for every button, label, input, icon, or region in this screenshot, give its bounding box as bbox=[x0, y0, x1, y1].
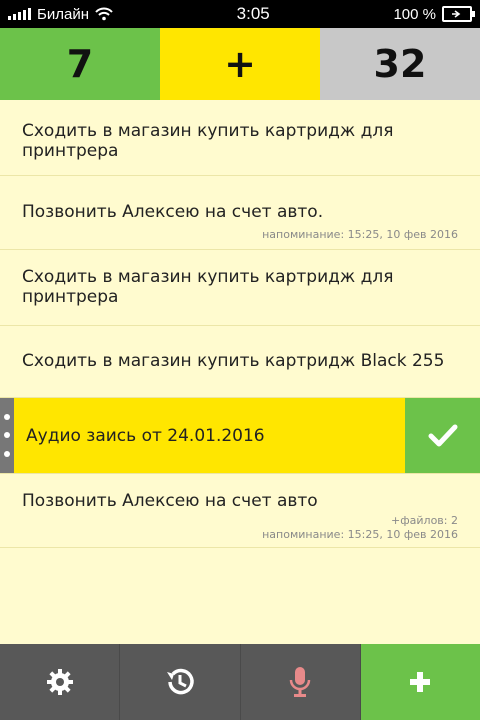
task-reminder: напоминание: 15:25, 10 фев 2016 bbox=[262, 228, 458, 241]
task-title: Аудио заись от 24.01.2016 bbox=[26, 425, 265, 446]
complete-button[interactable] bbox=[405, 398, 480, 473]
counter-add[interactable]: + bbox=[160, 28, 320, 100]
task-item[interactable]: Сходить в магазин купить картридж Black … bbox=[0, 326, 480, 398]
drag-handle[interactable] bbox=[0, 398, 14, 473]
settings-button[interactable] bbox=[0, 644, 121, 720]
carrier-name: Билайн bbox=[37, 5, 89, 23]
task-title: Позвонить Алексею на счет авто bbox=[22, 491, 318, 511]
task-title: Сходить в магазин купить картридж Black … bbox=[22, 351, 445, 371]
history-button[interactable] bbox=[120, 644, 241, 720]
signal-icon bbox=[8, 8, 31, 20]
task-item[interactable]: Сходить в магазин купить картридж для пр… bbox=[0, 250, 480, 326]
task-item[interactable]: Позвонить Алексею на счет авто +файлов: … bbox=[0, 474, 480, 548]
counter-right[interactable]: 32 bbox=[320, 28, 480, 100]
task-files: +файлов: 2 bbox=[391, 514, 458, 527]
check-icon bbox=[428, 424, 457, 446]
plus-icon bbox=[410, 672, 431, 692]
counters-bar: 7 + 32 bbox=[0, 28, 480, 100]
task-title: Сходить в магазин купить картридж для пр… bbox=[22, 267, 394, 307]
task-title: Сходить в магазин купить картридж для пр… bbox=[22, 121, 394, 161]
task-reminder: напоминание: 15:25, 10 фев 2016 bbox=[262, 528, 458, 541]
add-task-button[interactable] bbox=[360, 644, 480, 720]
task-item-selected[interactable]: Аудио заись от 24.01.2016 bbox=[0, 398, 480, 474]
task-list: Сходить в магазин купить картридж для пр… bbox=[0, 100, 480, 548]
task-item[interactable]: Позвонить Алексею на счет авто. напомина… bbox=[0, 176, 480, 250]
counter-left-value: 7 bbox=[66, 42, 94, 86]
battery-percent: 100 % bbox=[393, 5, 436, 23]
wifi-icon bbox=[95, 7, 113, 21]
microphone-icon bbox=[289, 667, 311, 697]
gear-icon bbox=[46, 669, 73, 695]
task-title: Позвонить Алексею на счет авто. bbox=[22, 202, 324, 222]
battery-icon bbox=[442, 6, 475, 22]
record-audio-button[interactable] bbox=[240, 644, 361, 720]
task-item[interactable]: Сходить в магазин купить картридж для пр… bbox=[0, 100, 480, 176]
status-bar: Билайн 3:05 100 % bbox=[0, 0, 480, 28]
bottom-toolbar bbox=[0, 644, 480, 720]
history-icon bbox=[166, 668, 194, 695]
counter-left[interactable]: 7 bbox=[0, 28, 160, 100]
status-time: 3:05 bbox=[236, 4, 270, 23]
counter-right-value: 32 bbox=[373, 42, 427, 86]
counter-add-label: + bbox=[224, 42, 256, 86]
